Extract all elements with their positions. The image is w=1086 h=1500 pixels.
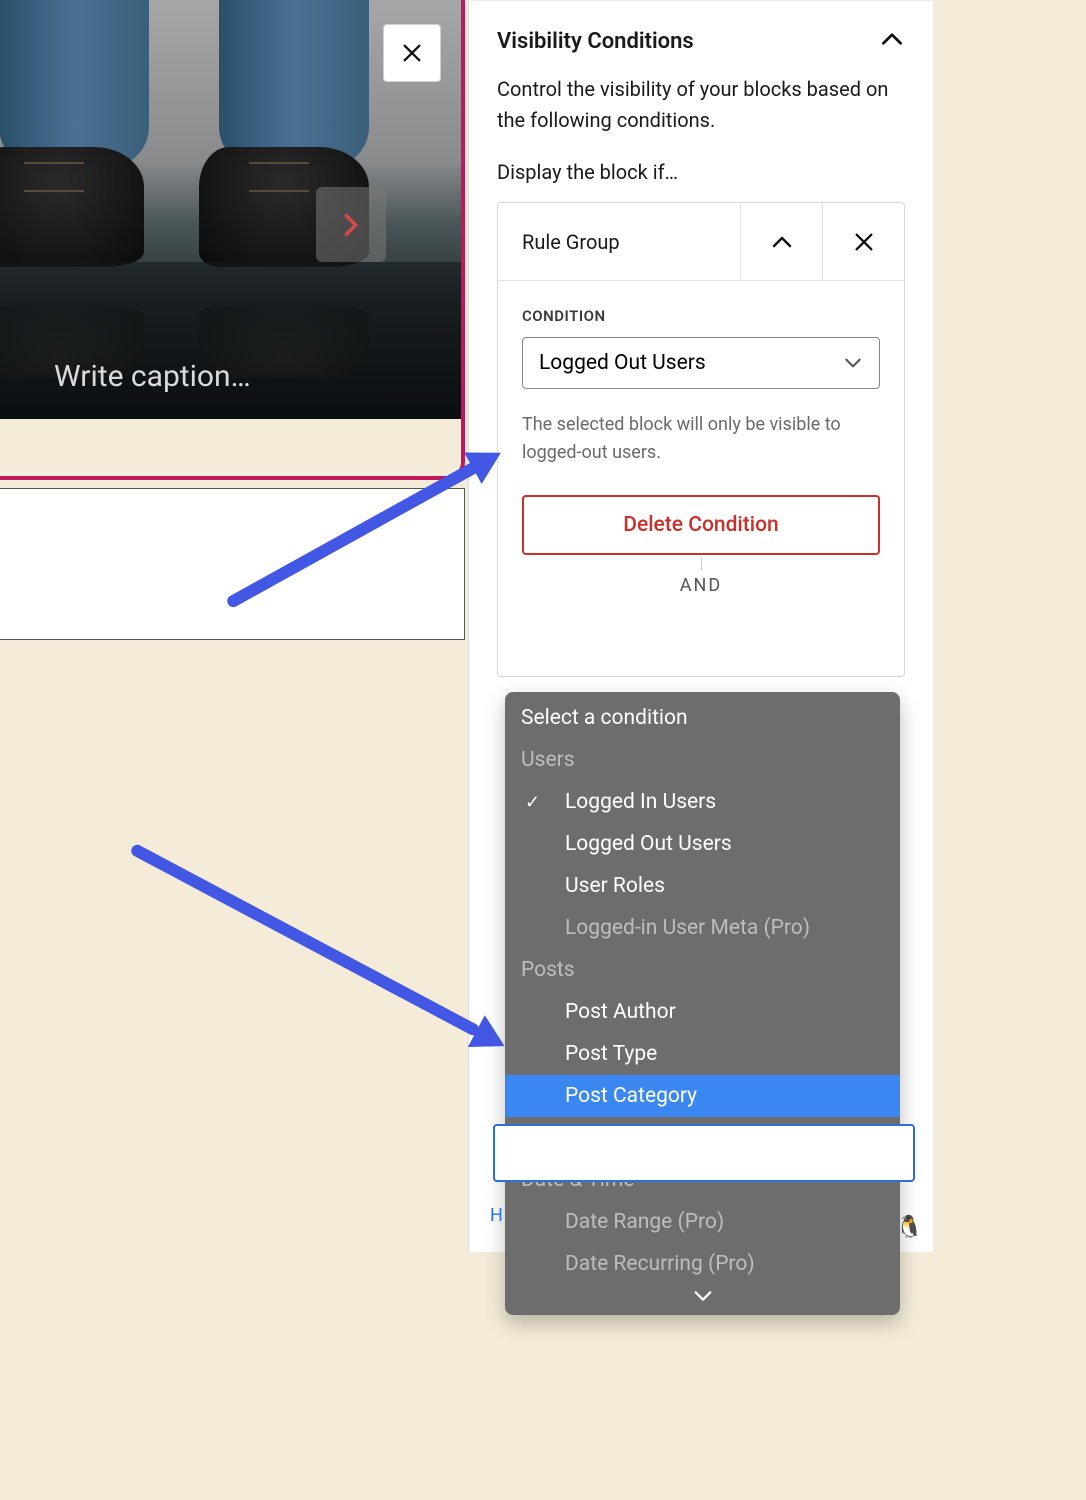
add-rule-button[interactable] [493, 1124, 915, 1182]
rule-group: Rule Group CONDITION Logged Out Users Th… [497, 202, 905, 677]
collapse-rule-group-button[interactable] [740, 203, 822, 280]
chevron-right-icon [337, 211, 365, 239]
close-icon [401, 42, 423, 64]
partial-link[interactable]: H [490, 1205, 503, 1226]
dropdown-option[interactable]: Logged Out Users [505, 823, 900, 865]
dropdown-option[interactable]: Post Author [505, 991, 900, 1033]
dropdown-placeholder: Select a condition [505, 692, 900, 739]
dropdown-option: Date Recurring (Pro) [505, 1243, 900, 1285]
panel-description: Control the visibility of your blocks ba… [497, 74, 905, 136]
dropdown-scroll-indicator [692, 1285, 714, 1311]
dropdown-option[interactable]: Logged In Users✓ [505, 781, 900, 823]
condition-dropdown-menu[interactable]: Select a conditionUsersLogged In Users✓L… [505, 692, 900, 1315]
delete-condition-button[interactable]: Delete Condition [522, 495, 880, 555]
display-if-label: Display the block if… [497, 160, 905, 184]
mascot-icon: 🐧 [896, 1215, 923, 1240]
condition-select[interactable]: Logged Out Users [522, 337, 880, 389]
panel-title: Visibility Conditions [497, 29, 694, 54]
slider-image-block[interactable]: Write caption… [0, 0, 465, 480]
and-connector: AND [522, 575, 880, 596]
condition-help-text: The selected block will only be visible … [522, 411, 880, 467]
collapse-panel-button[interactable] [879, 26, 905, 56]
dropdown-option[interactable]: Post Category [505, 1075, 900, 1117]
chevron-down-icon [843, 353, 863, 373]
chevron-down-icon [692, 1285, 714, 1307]
remove-slide-button[interactable] [383, 24, 441, 82]
condition-field-label: CONDITION [522, 307, 880, 325]
delete-rule-group-button[interactable] [822, 203, 904, 280]
caption-placeholder[interactable]: Write caption… [54, 359, 251, 394]
condition-select-value: Logged Out Users [539, 351, 706, 375]
dropdown-group-label: Posts [505, 949, 900, 991]
dropdown-option: Logged-in User Meta (Pro) [505, 907, 900, 949]
editor-canvas: Write caption… [0, 0, 462, 1252]
dropdown-option[interactable]: Post Type [505, 1033, 900, 1075]
panel-header[interactable]: Visibility Conditions [469, 0, 933, 74]
check-icon: ✓ [525, 792, 540, 813]
next-slide-button[interactable] [316, 187, 386, 262]
chevron-up-icon [770, 230, 794, 254]
close-icon [853, 231, 875, 253]
dropdown-option[interactable]: User Roles [505, 865, 900, 907]
dropdown-group-label: Users [505, 739, 900, 781]
rule-group-title: Rule Group [498, 203, 740, 280]
dropdown-option: Date Range (Pro) [505, 1201, 900, 1243]
chevron-up-icon [879, 26, 905, 52]
